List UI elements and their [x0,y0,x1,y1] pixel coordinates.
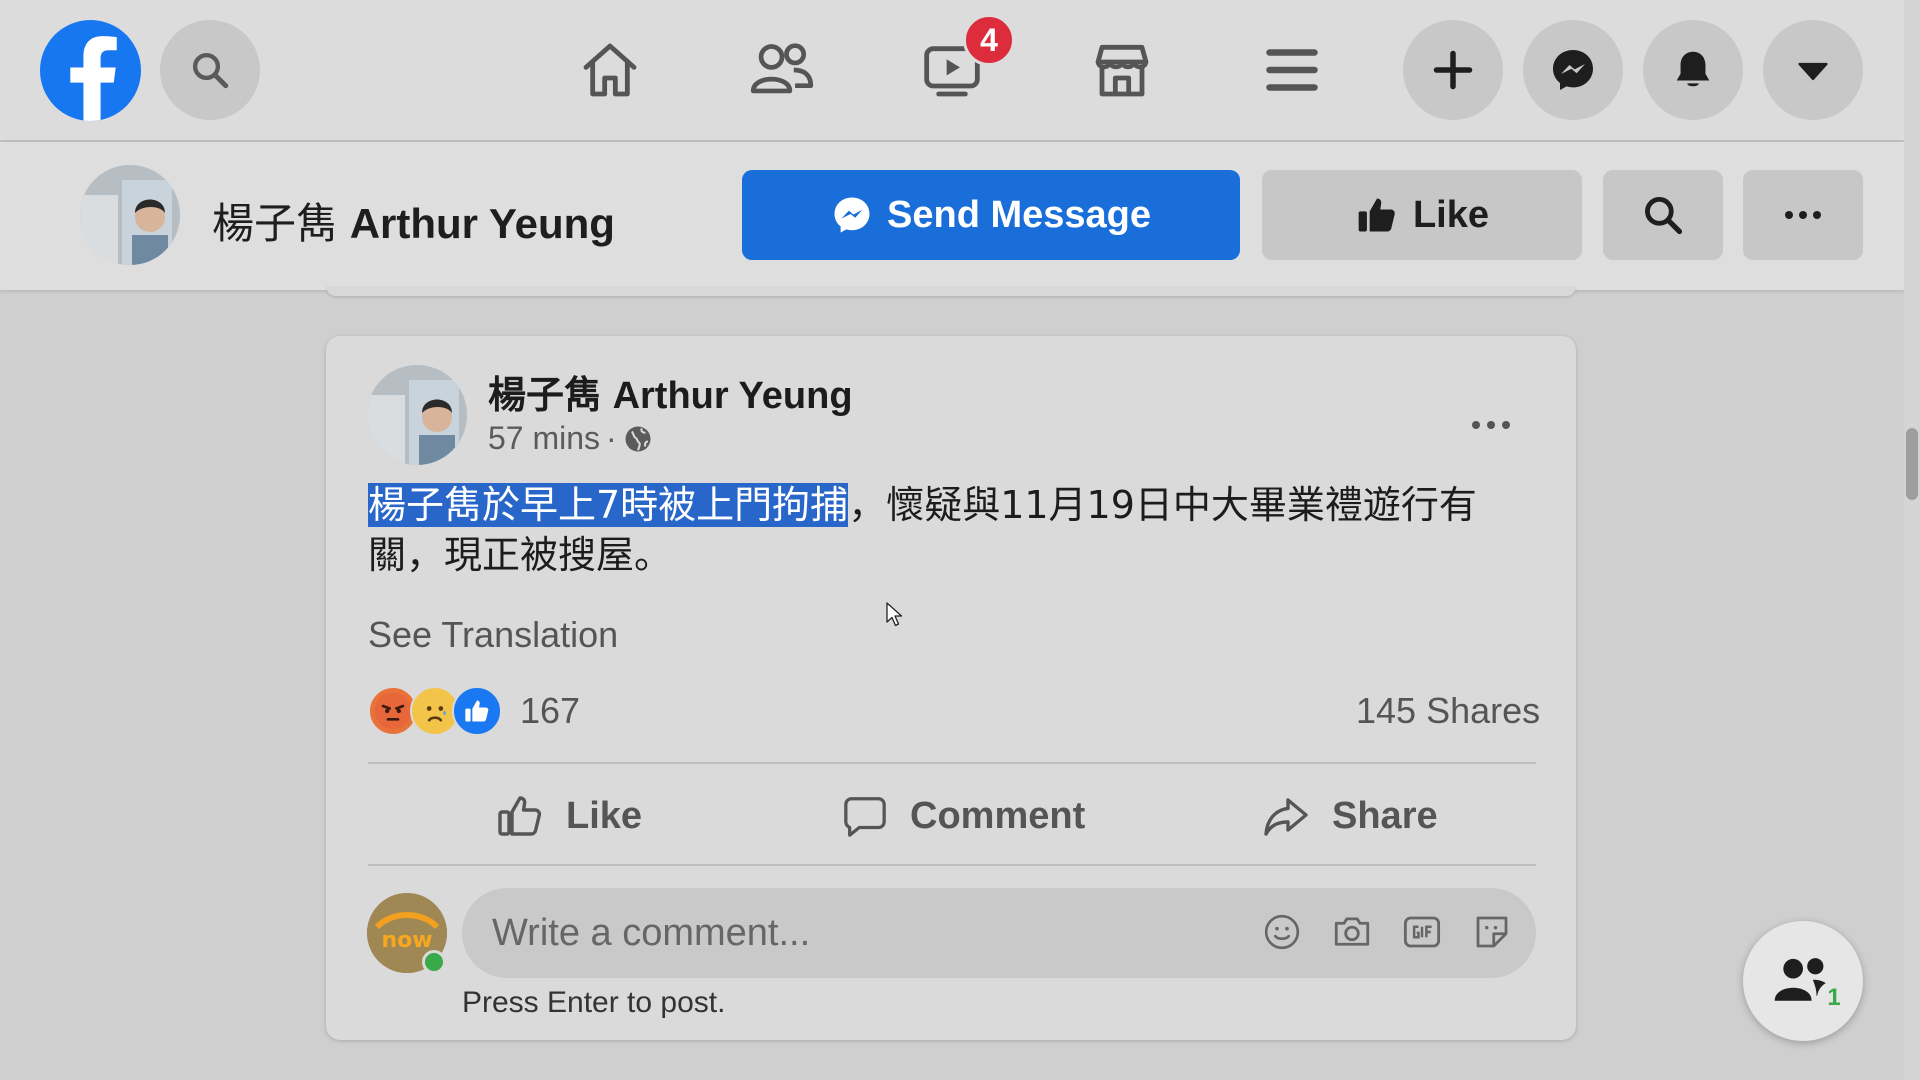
page-avatar[interactable] [80,165,180,265]
camera-icon [1334,917,1370,946]
plus-icon [1433,50,1473,90]
search-icon [1645,197,1683,235]
post-body-text: 楊子雋於早上7時被上門拘捕，懷疑與11月19日中大畢業禮遊行有關，現正被搜屋。 [368,480,1528,580]
page-more-button[interactable] [1743,170,1863,260]
bell-icon [1676,51,1710,87]
search-icon [192,52,229,89]
see-translation-link[interactable]: See Translation [368,614,618,656]
post-author-cjk: 楊子雋 [488,375,603,417]
reaction-summary[interactable]: 167 [368,684,580,738]
highlighted-text: 楊子雋於早上7時被上門拘捕 [368,483,849,527]
page-search-button[interactable] [1603,170,1723,260]
reaction-count: 167 [520,690,581,731]
post-share-label: Share [1332,794,1438,837]
create-button[interactable] [1403,20,1503,120]
page-like-label: Like [1412,193,1490,236]
post-options-button[interactable] [1470,396,1512,441]
post-share-button[interactable]: Share [1262,786,1438,846]
post-timestamp[interactable]: 57 mins [488,420,600,457]
post-comment-button[interactable]: Comment [842,786,1085,846]
caret-down-icon [1798,62,1828,81]
thumbs-up-icon [1358,198,1395,232]
comment-placeholder: Write a comment... [492,912,811,954]
home-icon [583,43,637,97]
hamburger-menu-icon [1266,49,1318,91]
marketplace-tab[interactable] [1080,30,1164,110]
gif-icon [1403,916,1441,948]
watch-notification-badge: 4 [963,14,1015,66]
page-title-en: Arthur Yeung [349,200,615,247]
account-menu-button[interactable] [1763,20,1863,120]
sticker-button[interactable] [1470,910,1514,954]
page-title-cjk: 楊子雋 [212,200,339,247]
comment-icon [844,797,886,837]
send-message-button[interactable]: Send Message [742,170,1240,260]
contacts-count-badge: 1 [1817,981,1851,1015]
gif-button[interactable] [1400,910,1444,954]
divider [368,762,1536,764]
like-reaction-icon [452,686,502,736]
mouse-cursor-icon [886,602,904,633]
post-like-label: Like [566,794,643,837]
scrollbar-track[interactable] [1904,0,1920,1080]
page-title: 楊子雋 Arthur Yeung [212,190,615,251]
thumbs-up-outline-icon [498,796,542,836]
svg-text:now: now [381,928,432,953]
home-tab[interactable] [568,30,652,110]
press-enter-hint: Press Enter to post. [462,986,726,1019]
send-message-label: Send Message [887,193,1151,236]
share-count[interactable]: 145 Shares [1356,690,1540,732]
friends-icon [750,43,814,94]
meta-separator: · [606,420,617,456]
post-author-en: Arthur Yeung [612,375,853,417]
share-arrow-icon [1264,798,1308,836]
page-like-button[interactable]: Like [1262,170,1582,260]
post-author-name[interactable]: 楊子雋 Arthur Yeung [488,364,853,419]
post-like-button[interactable]: Like [496,786,642,846]
friends-tab[interactable] [740,30,824,110]
smiley-icon [1264,914,1300,950]
scrollbar-thumb[interactable] [1906,428,1918,500]
more-horizontal-icon [1472,421,1510,429]
marketplace-icon [1095,44,1149,97]
emoji-button[interactable] [1260,910,1304,954]
sticker-icon [1476,916,1508,948]
messenger-button[interactable] [1523,20,1623,120]
messenger-icon [1553,50,1593,90]
notifications-button[interactable] [1643,20,1743,120]
photo-button[interactable] [1330,910,1374,954]
divider [368,864,1536,866]
post-comment-label: Comment [910,794,1086,837]
menu-tab[interactable] [1250,30,1334,110]
post-meta: 57 mins · [488,420,653,457]
online-status-dot [422,950,446,974]
search-button[interactable] [160,20,260,120]
globe-icon [625,426,651,451]
previous-post-edge [326,286,1576,296]
more-horizontal-icon [1785,211,1821,219]
contacts-button[interactable]: 1 [1743,921,1863,1041]
post-author-avatar[interactable] [367,365,467,465]
messenger-icon [834,197,870,233]
facebook-logo-icon[interactable] [40,20,141,121]
